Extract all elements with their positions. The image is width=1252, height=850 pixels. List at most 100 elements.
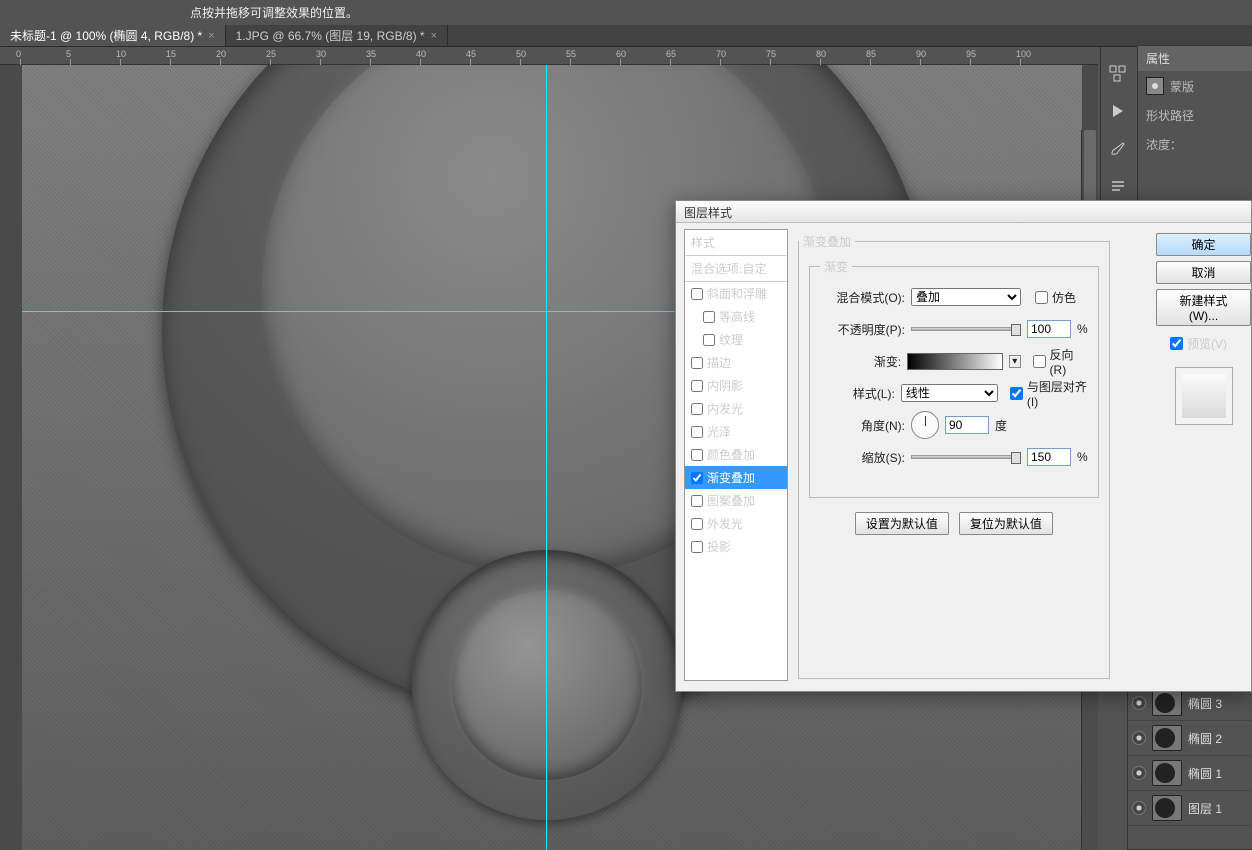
play-icon[interactable] xyxy=(1106,99,1130,123)
panel-icon[interactable] xyxy=(1106,61,1130,85)
effect-row[interactable]: 投影 xyxy=(685,535,787,558)
styles-header[interactable]: 样式 xyxy=(685,230,787,256)
effect-row[interactable]: 内阴影 xyxy=(685,374,787,397)
ruler-horizontal[interactable]: 0510152025303540455055606570758085909510… xyxy=(0,47,1098,65)
preview-checkbox[interactable] xyxy=(1170,337,1183,350)
layer-thumbnail[interactable] xyxy=(1152,725,1182,751)
mask-icon[interactable] xyxy=(1146,77,1164,95)
opacity-label: 不透明度(P): xyxy=(820,321,905,338)
brush-icon[interactable] xyxy=(1106,137,1130,161)
dialog-titlebar[interactable]: 图层样式 xyxy=(676,201,1251,223)
gradient-preview[interactable] xyxy=(907,353,1003,370)
new-style-button[interactable]: 新建样式(W)... xyxy=(1156,289,1251,326)
mask-row: 蒙版 xyxy=(1138,71,1252,101)
effect-row[interactable]: 描边 xyxy=(685,351,787,374)
angle-dial[interactable] xyxy=(911,411,939,439)
gradient-overlay-group: 渐变叠加 渐变 混合模式(O): 叠加 仿色 不透明度(P): % xyxy=(798,233,1110,679)
layer-row[interactable]: 椭圆 2 xyxy=(1128,721,1252,756)
effect-checkbox[interactable] xyxy=(691,357,703,369)
paragraph-icon[interactable] xyxy=(1106,175,1130,199)
guide-vertical[interactable] xyxy=(546,65,547,850)
effect-label: 光泽 xyxy=(707,423,731,440)
scale-input[interactable] xyxy=(1027,448,1071,466)
effect-checkbox[interactable] xyxy=(691,288,703,300)
effect-row[interactable]: 等高线 xyxy=(685,305,787,328)
effect-checkbox[interactable] xyxy=(703,311,715,323)
blend-mode-select[interactable]: 叠加 xyxy=(911,288,1021,306)
effect-row[interactable]: 图案叠加 xyxy=(685,489,787,512)
layer-thumbnail[interactable] xyxy=(1152,760,1182,786)
small-ellipse-inner xyxy=(452,590,642,780)
chevron-down-icon[interactable]: ▾ xyxy=(1009,355,1021,368)
effect-checkbox[interactable] xyxy=(691,449,703,461)
effect-checkbox[interactable] xyxy=(691,518,703,530)
effect-row[interactable]: 颜色叠加 xyxy=(685,443,787,466)
effect-row[interactable]: 渐变叠加 xyxy=(685,466,787,489)
effect-row[interactable]: 斜面和浮雕 xyxy=(685,282,787,305)
layer-thumbnail[interactable] xyxy=(1152,795,1182,821)
visibility-icon[interactable] xyxy=(1132,801,1146,815)
small-ellipse-outer xyxy=(412,550,682,820)
effect-label: 外发光 xyxy=(707,515,743,532)
align-checkbox[interactable] xyxy=(1010,387,1023,400)
effect-checkbox[interactable] xyxy=(691,426,703,438)
density-row: 浓度： xyxy=(1138,130,1252,159)
opacity-input[interactable] xyxy=(1027,320,1071,338)
tab-label: 1.JPG @ 66.7% (图层 19, RGB/8) * xyxy=(236,27,425,44)
scale-label: 缩放(S): xyxy=(820,449,905,466)
visibility-icon[interactable] xyxy=(1132,731,1146,745)
layer-row[interactable]: 图层 1 xyxy=(1128,791,1252,826)
percent-label: % xyxy=(1077,322,1088,336)
effect-row[interactable]: 外发光 xyxy=(685,512,787,535)
scale-slider[interactable] xyxy=(911,455,1021,459)
slider-knob[interactable] xyxy=(1011,324,1021,336)
effect-label: 内发光 xyxy=(707,400,743,417)
shape-path-label: 形状路径 xyxy=(1146,107,1194,124)
opacity-slider[interactable] xyxy=(911,327,1021,331)
layer-row[interactable]: 椭圆 1 xyxy=(1128,756,1252,791)
set-default-button[interactable]: 设置为默认值 xyxy=(855,512,949,535)
document-tab[interactable]: 1.JPG @ 66.7% (图层 19, RGB/8) * × xyxy=(226,25,448,46)
document-tab[interactable]: 未标题-1 @ 100% (椭圆 4, RGB/8) * × xyxy=(0,25,226,46)
effect-checkbox[interactable] xyxy=(691,403,703,415)
effect-checkbox[interactable] xyxy=(691,380,703,392)
effect-checkbox[interactable] xyxy=(703,334,715,346)
effect-row[interactable]: 纹理 xyxy=(685,328,787,351)
effect-checkbox[interactable] xyxy=(691,472,703,484)
styles-list: 样式混合选项:自定斜面和浮雕等高线纹理描边内阴影内发光光泽颜色叠加渐变叠加图案叠… xyxy=(684,229,788,681)
dither-checkbox[interactable] xyxy=(1035,291,1048,304)
slider-knob[interactable] xyxy=(1011,452,1021,464)
close-icon[interactable]: × xyxy=(208,30,214,42)
effect-row[interactable]: 光泽 xyxy=(685,420,787,443)
effect-label: 内阴影 xyxy=(707,377,743,394)
layer-name: 椭圆 1 xyxy=(1188,765,1222,782)
document-tab-bar: 未标题-1 @ 100% (椭圆 4, RGB/8) * × 1.JPG @ 6… xyxy=(0,25,1252,47)
visibility-icon[interactable] xyxy=(1132,766,1146,780)
close-icon[interactable]: × xyxy=(431,30,437,42)
blend-options-header[interactable]: 混合选项:自定 xyxy=(685,256,787,282)
tab-label: 未标题-1 @ 100% (椭圆 4, RGB/8) * xyxy=(10,27,202,44)
layer-style-dialog[interactable]: 图层样式 样式混合选项:自定斜面和浮雕等高线纹理描边内阴影内发光光泽颜色叠加渐变… xyxy=(675,200,1252,692)
angle-input[interactable] xyxy=(945,416,989,434)
visibility-icon[interactable] xyxy=(1132,696,1146,710)
dialog-side-buttons: 确定 取消 新建样式(W)... 预览(V) xyxy=(1156,233,1251,425)
effect-row[interactable]: 内发光 xyxy=(685,397,787,420)
effect-label: 图案叠加 xyxy=(707,492,755,509)
inner-group-title: 渐变 xyxy=(820,258,852,275)
ok-button[interactable]: 确定 xyxy=(1156,233,1251,256)
style-select[interactable]: 线性 xyxy=(901,384,998,402)
effect-checkbox[interactable] xyxy=(691,495,703,507)
cancel-button[interactable]: 取消 xyxy=(1156,261,1251,284)
hint-bar: 点按并拖移可调整效果的位置。 xyxy=(0,0,1252,25)
degree-label: 度 xyxy=(995,417,1007,434)
blend-mode-label: 混合模式(O): xyxy=(820,289,905,306)
gradient-inner-group: 渐变 混合模式(O): 叠加 仿色 不透明度(P): % 渐变: xyxy=(809,258,1099,498)
panel-title[interactable]: 属性 xyxy=(1138,46,1252,71)
shape-path-row: 形状路径 xyxy=(1138,101,1252,130)
align-label: 与图层对齐(I) xyxy=(1027,378,1088,409)
effect-label: 描边 xyxy=(707,354,731,371)
effect-checkbox[interactable] xyxy=(691,541,703,553)
layer-thumbnail[interactable] xyxy=(1152,690,1182,716)
reset-default-button[interactable]: 复位为默认值 xyxy=(959,512,1053,535)
reverse-checkbox[interactable] xyxy=(1033,355,1046,368)
